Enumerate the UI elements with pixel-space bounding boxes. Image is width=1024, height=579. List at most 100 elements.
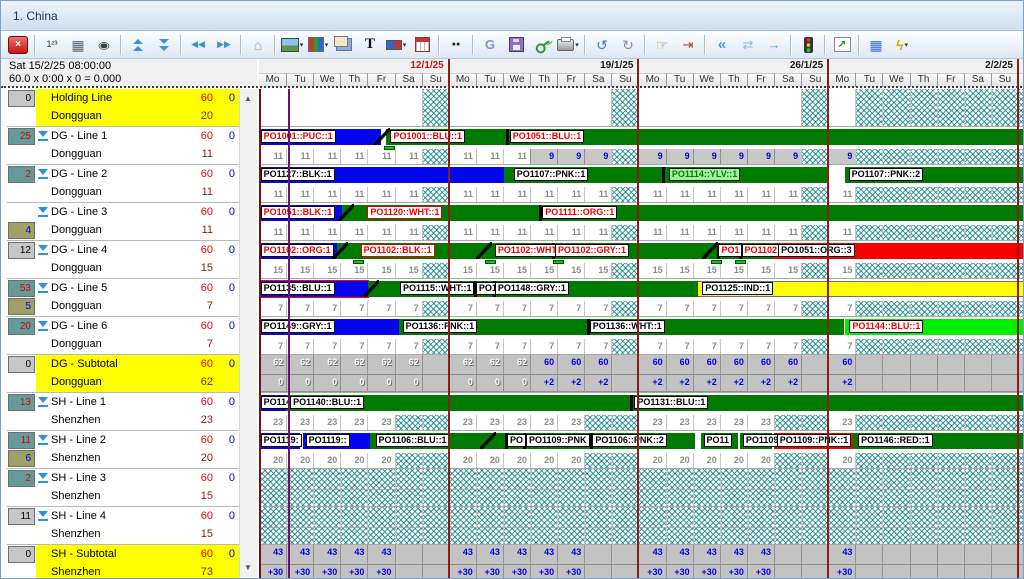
task-label[interactable]: PO1144::BLU::1 (849, 320, 923, 333)
gantt-row-sh-line-1[interactable]: PO1140PO1140::BLU::1PO1131::BLU::1232323… (259, 393, 1024, 431)
table-view-button[interactable]: ▦ (863, 33, 889, 57)
vertical-scrollbar[interactable]: ▲ ▼ (239, 89, 257, 579)
task-label[interactable]: PO (507, 434, 526, 447)
task-label[interactable]: PO1102 (742, 244, 781, 257)
task-label[interactable]: PO1114::YLV::1 (669, 168, 740, 181)
grid-button[interactable]: ▦ (65, 33, 91, 57)
actions-button[interactable]: ϟ▾ (889, 33, 915, 57)
gantt-row-dg-line-5[interactable]: PO1135::BLU::1PO1115::WHT::1PO1PO1148::G… (259, 279, 1024, 317)
task-label[interactable]: PO1146::RED::1 (858, 434, 933, 447)
task-label[interactable]: PO1102::BLK::1 (361, 244, 435, 257)
task-label[interactable]: PO1102::GRY::1 (555, 244, 629, 257)
key-button[interactable] (529, 33, 555, 57)
task-label[interactable]: PO1136::PNK::1 (403, 320, 478, 333)
factory-button[interactable]: ⌂ (245, 33, 271, 57)
window-title-bar[interactable]: 1. China (1, 1, 1024, 31)
gantt-row-dg-line-1[interactable]: PO1001::PUC::1 PO1001::BLU::1 PO1051::BLU:… (259, 127, 1024, 165)
page-back-button[interactable]: ◀◀ (185, 33, 211, 57)
task-label[interactable]: PO1051::BLK::1 (261, 206, 336, 219)
task-label[interactable]: PO1106::PNK::2 (592, 434, 667, 447)
resource-row-dg-line-1[interactable]: DG - Line 1600Dongguan1125 (7, 127, 239, 165)
push-out-button[interactable]: ☞ (649, 33, 675, 57)
task-label[interactable]: PO1125::IND::1 (702, 282, 773, 295)
task-bar[interactable] (386, 129, 1024, 145)
task-bar[interactable] (342, 205, 1024, 221)
expand-up-button[interactable] (125, 33, 151, 57)
capacity-cell: 20 (449, 453, 477, 468)
find-button[interactable]: ●● (443, 33, 469, 57)
collapse-down-button[interactable] (151, 33, 177, 57)
task-label[interactable]: PO1051::BLU::1 (510, 130, 585, 143)
chart-options-button[interactable]: ▾ (305, 33, 331, 57)
resource-row-dg-line-4[interactable]: DG - Line 4600Dongguan1512 (7, 241, 239, 279)
gantt-row-holding-line[interactable] (259, 89, 1024, 127)
task-label[interactable]: PO1148::GRY::1 (495, 282, 569, 295)
gantt-row-sh-line-3[interactable] (259, 469, 1024, 507)
task-label[interactable]: PO1001::PUC::1 (261, 130, 336, 143)
task-label[interactable]: PO1 (718, 244, 742, 257)
save-button[interactable] (503, 33, 529, 57)
text-labels-button[interactable]: T (357, 33, 383, 57)
resource-row-dg-line-2[interactable]: DG - Line 2600Dongguan112 (7, 165, 239, 203)
task-label[interactable]: PO1001::BLU::1 (390, 130, 465, 143)
task-label[interactable]: PO1106::BLU::1 (376, 434, 450, 447)
resource-row-sh-line-3[interactable]: SH - Line 3600Shenzhen152 (7, 469, 239, 507)
task-label[interactable]: PO11 (704, 434, 733, 447)
resource-row-sh-line-4[interactable]: SH - Line 4600Shenzhen1511 (7, 507, 239, 545)
task-label[interactable]: PO1107::PNK::2 (849, 168, 924, 181)
resource-row-dg-line-3[interactable]: DG - Line 3600Dongguan114 (7, 203, 239, 241)
task-label[interactable]: PO1127::BLK::1 (261, 168, 335, 181)
task-label[interactable]: PO1131::BLU::1 (634, 396, 708, 409)
resource-row-holding-line[interactable]: Holding Line600Dongguan200 (7, 89, 239, 127)
task-label[interactable]: PO1140::BLU::1 (290, 396, 364, 409)
task-label[interactable]: PO1109::PNK (526, 434, 590, 447)
performance-button[interactable]: ↗ (829, 33, 855, 57)
task-label[interactable]: PO1119:: (306, 434, 350, 447)
jump-end-button[interactable]: → (761, 33, 787, 57)
gantt-row-dg-line-2[interactable]: PO1127::BLK::1 PO1107::PNK::1 PO1114::YLV:… (259, 165, 1024, 203)
task-label[interactable]: PO1102::WHT (495, 244, 560, 257)
task-label[interactable]: PO1135::BLU::1 (261, 282, 335, 295)
resource-row-sh-line-1[interactable]: SH - Line 1600Shenzhen2313 (7, 393, 239, 431)
refresh-button[interactable]: ⇄ (735, 33, 761, 57)
undo-button[interactable]: ↺ (589, 33, 615, 57)
scroll-down-icon[interactable]: ▼ (244, 563, 252, 572)
bar-style-button[interactable]: ▾ (383, 33, 409, 57)
jump-start-button[interactable]: « (709, 33, 735, 57)
task-label[interactable]: PO1102::ORG:1 (261, 244, 334, 257)
gantt-row-sh-line-4[interactable] (259, 507, 1024, 545)
display-options-button[interactable]: ▾ (279, 33, 305, 57)
task-label[interactable]: PO1107::PNK::1 (514, 168, 589, 181)
resource-row-dg-line-6[interactable]: DG - Line 6600Dongguan720 (7, 317, 239, 355)
scroll-up-icon[interactable]: ▲ (244, 94, 252, 103)
traffic-light-button[interactable] (795, 33, 821, 57)
resource-row-sh-subtotal[interactable]: SH - Subtotal600Shenzhen730 (7, 545, 239, 579)
overlay-button[interactable] (331, 33, 357, 57)
redo-button[interactable]: ↻ (615, 33, 641, 57)
gantt-row-dg-line-3[interactable]: PO1051::BLK::1 PO1120::WHT::1 PO1111::ORG:… (259, 203, 1024, 241)
print-button[interactable]: ▾ (555, 33, 581, 57)
renumber-button[interactable]: 1²³ (39, 33, 65, 57)
task-label[interactable]: PO1119: (261, 434, 302, 447)
g-button[interactable]: G (477, 33, 503, 57)
resource-row-dg-line-5[interactable]: DG - Line 5600Dongguan7535 (7, 279, 239, 317)
gantt-row-sh-line-2[interactable]: PO1119:PO1119::PO1106::BLU::1POPO1109::P… (259, 431, 1024, 469)
page-forward-button[interactable]: ▶▶ (211, 33, 237, 57)
send-button[interactable]: ⇥ (675, 33, 701, 57)
task-label[interactable]: PO1136::WHT::1 (590, 320, 665, 333)
resource-row-sh-line-2[interactable]: SH - Line 2600Shenzhen20116 (7, 431, 239, 469)
gantt-row-sh-subtotal[interactable]: 43434343434343434343434343434343+30+30+3… (259, 545, 1024, 579)
gantt-row-dg-line-6[interactable]: PO1149::GRY::1 PO1136::PNK::1 PO1136::WHT:… (259, 317, 1024, 355)
task-label[interactable]: PO1149::GRY::1 (261, 320, 335, 333)
gantt-row-dg-subtotal[interactable]: 6262626262626262626060606060606060606000… (259, 355, 1024, 393)
task-label[interactable]: PO1051::ORG::3 (778, 244, 855, 257)
resource-row-dg-subtotal[interactable]: DG - Subtotal600Dongguan620 (7, 355, 239, 393)
task-label[interactable]: PO1109::PNK::1 (777, 434, 852, 447)
task-label[interactable]: PO1120::WHT::1 (367, 206, 442, 219)
preview-button[interactable]: ◉ (91, 33, 117, 57)
gantt-row-dg-line-4[interactable]: PO1102::ORG:1PO1102::BLK::1PO1102::WHTPO… (259, 241, 1024, 279)
calendar-button[interactable] (409, 33, 435, 57)
task-label[interactable]: PO1111::ORG::1 (542, 206, 617, 219)
task-label[interactable]: PO1115::WHT::1 (400, 282, 475, 295)
close-button[interactable]: × (5, 33, 31, 57)
